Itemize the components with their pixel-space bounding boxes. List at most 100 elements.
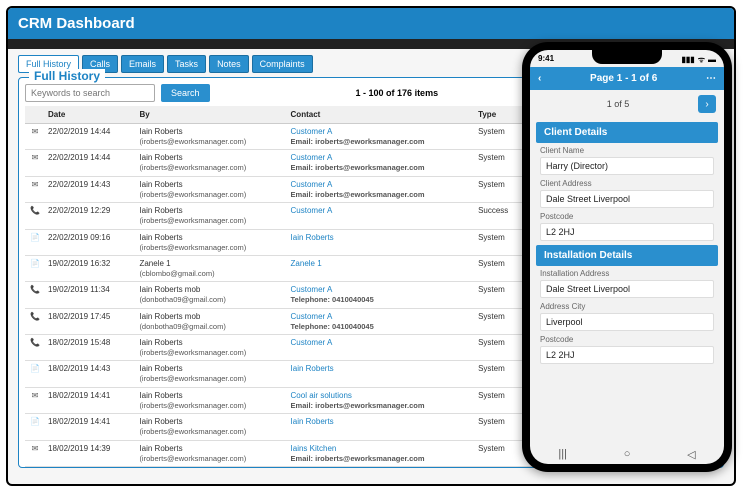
cell-date: 18/02/2019 15:48 [45, 335, 136, 361]
cell-by: Iain Roberts(iroberts@eworksmanager.com) [136, 124, 287, 150]
cell-date: 18/02/2019 14:39 [45, 440, 136, 466]
cell-contact: Iain Roberts [288, 229, 476, 255]
cell-type: System [475, 414, 524, 440]
row-type-icon: 📞 [25, 335, 45, 361]
cell-type: System [475, 308, 524, 334]
cell-date: 19/02/2019 11:34 [45, 282, 136, 308]
nav-home-icon[interactable]: ○ [624, 448, 631, 460]
cell-type: System [475, 124, 524, 150]
tab-notes[interactable]: Notes [209, 55, 249, 73]
cell-contact: Customer AEmail: iroberts@eworksmanager.… [288, 124, 476, 150]
field-label: Address City [540, 302, 714, 311]
phone-status-icons: ▮▮▮ᯤ▬ [678, 54, 716, 65]
cell-date: 18/02/2019 14:43 [45, 361, 136, 387]
cell-date: 22/02/2019 14:43 [45, 176, 136, 202]
more-icon[interactable]: ⋯ [706, 73, 716, 84]
cell-date: 22/02/2019 14:44 [45, 124, 136, 150]
cell-by: Iain Roberts(iroberts@eworksmanager.com) [136, 440, 287, 466]
cell-type: System [475, 282, 524, 308]
cell-contact: Cool air solutionsEmail: iroberts@eworks… [288, 387, 476, 413]
cell-type: System [475, 150, 524, 176]
form-field: PostcodeL2 2HJ [540, 212, 714, 241]
field-label: Client Name [540, 146, 714, 155]
cell-date: 22/02/2019 12:29 [45, 203, 136, 229]
search-button[interactable]: Search [161, 84, 210, 102]
section-client-details: Client Details [536, 122, 718, 143]
form-field: Postcode L2 2HJ [540, 335, 714, 364]
field-label: Postcode [540, 335, 714, 344]
col-type[interactable]: Type [475, 106, 524, 124]
nav-back-icon[interactable]: ◁ [687, 448, 695, 461]
phone-screen: 9:41 ▮▮▮ᯤ▬ ‹ Page 1 - 1 of 6 ⋯ 1 of 5 › … [530, 50, 724, 464]
window-title: CRM Dashboard [8, 8, 734, 39]
cell-by: Iain Roberts(iroberts@eworksmanager.com) [136, 176, 287, 202]
cell-type: System [475, 361, 524, 387]
form-field: Installation Address Dale Street Liverpoo… [540, 269, 714, 298]
search-input[interactable] [25, 84, 155, 102]
row-type-icon: 📞 [25, 203, 45, 229]
cell-contact: Customer ATelephone: 0410040045 [288, 282, 476, 308]
field-value[interactable]: Liverpool [540, 313, 714, 331]
cell-date: 18/02/2019 14:41 [45, 387, 136, 413]
col-contact[interactable]: Contact [288, 106, 476, 124]
row-type-icon: ✉ [25, 440, 45, 466]
panel-legend: Full History [29, 69, 105, 83]
nav-recent-icon[interactable]: ||| [558, 448, 567, 460]
pager-next-button[interactable]: › [698, 95, 716, 113]
cell-by: Iain Roberts mob(donbotha09@gmail.com) [136, 282, 287, 308]
pager-text: 1 of 5 [607, 99, 630, 109]
field-value[interactable]: Harry (Director) [540, 157, 714, 175]
field-value[interactable]: Dale Street Liverpool [540, 190, 714, 208]
cell-type: System [475, 255, 524, 281]
cell-type: System [475, 335, 524, 361]
cell-contact: Customer ATelephone: 0410040045 [288, 308, 476, 334]
tab-complaints[interactable]: Complaints [252, 55, 313, 73]
cell-date: 22/02/2019 14:44 [45, 150, 136, 176]
cell-contact: Iains KitchenEmail: iroberts@eworksmanag… [288, 440, 476, 466]
form-field: Address City Liverpool [540, 302, 714, 331]
phone-app-header: ‹ Page 1 - 1 of 6 ⋯ [530, 67, 724, 90]
phone-header-title: Page 1 - 1 of 6 [590, 73, 657, 84]
battery-icon: ▬ [708, 55, 716, 64]
phone-time: 9:41 [538, 54, 554, 65]
cell-date: 18/02/2019 14:41 [45, 414, 136, 440]
cell-by: Iain Roberts(iroberts@eworksmanager.com) [136, 387, 287, 413]
field-value[interactable]: L2 2HJ [540, 223, 714, 241]
cell-contact: Customer AEmail: iroberts@eworksmanager.… [288, 176, 476, 202]
cell-by: Iain Roberts(iroberts@eworksmanager.com) [136, 229, 287, 255]
cell-contact: Customer AEmail: iroberts@eworksmanager.… [288, 150, 476, 176]
cell-date: 19/02/2019 16:32 [45, 255, 136, 281]
cell-date: 18/02/2019 17:45 [45, 308, 136, 334]
cell-by: Zanele 1(cblombo@gmail.com) [136, 255, 287, 281]
signal-icon: ▮▮▮ [681, 55, 694, 64]
tab-emails[interactable]: Emails [121, 55, 164, 73]
cell-by: Iain Roberts(iroberts@eworksmanager.com) [136, 335, 287, 361]
item-count: 1 - 100 of 176 items [356, 88, 439, 98]
row-type-icon: 📄 [25, 361, 45, 387]
cell-by: Iain Roberts(iroberts@eworksmanager.com) [136, 203, 287, 229]
field-label: Installation Address [540, 269, 714, 278]
row-type-icon: ✉ [25, 387, 45, 413]
field-label: Client Address [540, 179, 714, 188]
tab-tasks[interactable]: Tasks [167, 55, 206, 73]
form-field: Client Name Harry (Director) [540, 146, 714, 175]
cell-contact: Iain Roberts [288, 361, 476, 387]
phone-nav-bar: ||| ○ ◁ [530, 444, 724, 464]
form-field: Client Address Dale Street Liverpool [540, 179, 714, 208]
col-by[interactable]: By [136, 106, 287, 124]
row-type-icon: ✉ [25, 176, 45, 202]
phone-pager: 1 of 5 › [530, 90, 724, 118]
col-date[interactable]: Date [45, 106, 136, 124]
field-value[interactable]: Dale Street Liverpool [540, 280, 714, 298]
back-icon[interactable]: ‹ [538, 73, 541, 84]
cell-type: System [475, 440, 524, 466]
cell-type: System [475, 176, 524, 202]
row-type-icon: 📞 [25, 282, 45, 308]
cell-by: Iain Roberts(iroberts@eworksmanager.com) [136, 361, 287, 387]
cell-by: Iain Roberts mob(donbotha09@gmail.com) [136, 308, 287, 334]
col-icon [25, 106, 45, 124]
cell-by: Iain Roberts(iroberts@eworksmanager.com) [136, 414, 287, 440]
field-value[interactable]: L2 2HJ [540, 346, 714, 364]
cell-contact: Zanele 1 [288, 255, 476, 281]
cell-contact: Iain Roberts [288, 414, 476, 440]
